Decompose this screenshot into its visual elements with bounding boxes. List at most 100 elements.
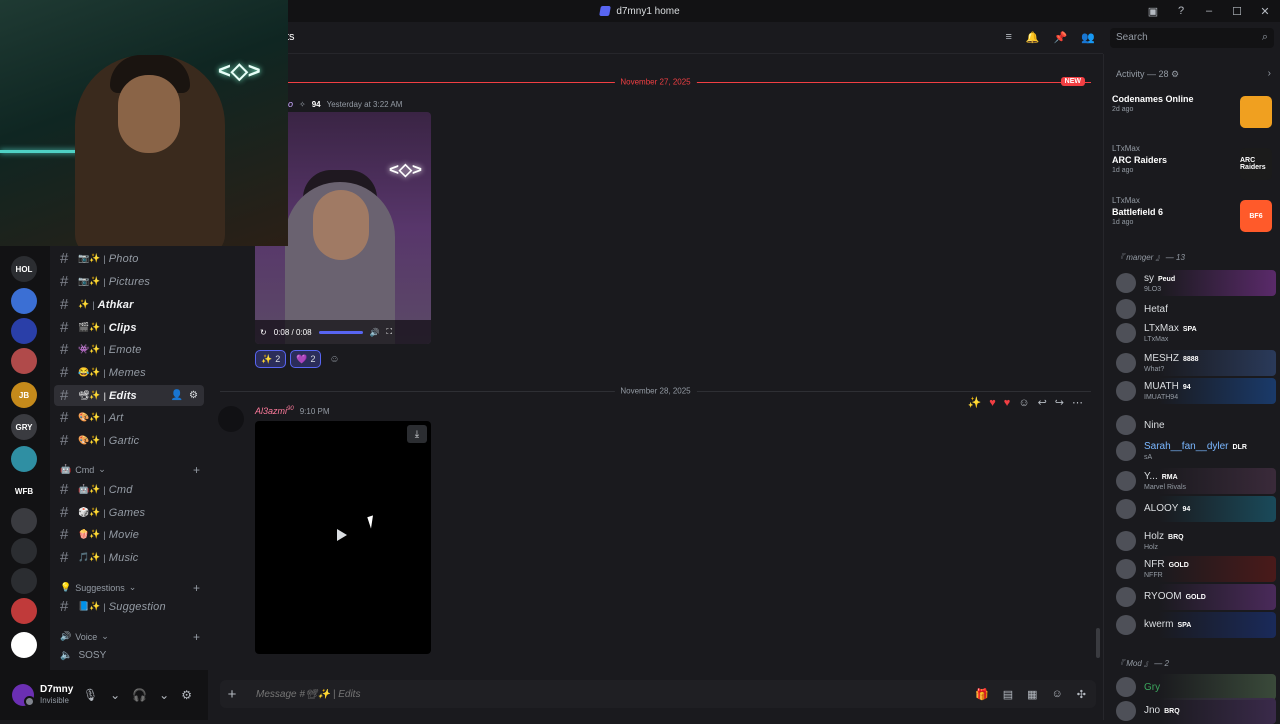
fullscreen-icon[interactable]: ⛶ xyxy=(386,327,392,337)
reaction[interactable]: 💜 2 xyxy=(290,350,322,368)
search-input[interactable]: Search ⌕ xyxy=(1110,28,1274,48)
activity-card[interactable]: LTxMax ARC Raiders 1d ago ARC Raiders xyxy=(1112,144,1274,190)
chevron-right-icon[interactable]: › xyxy=(1268,68,1271,79)
server-icon[interactable] xyxy=(11,446,37,472)
channel-memes[interactable]: # 😂✨ | Memes xyxy=(54,362,204,383)
avatar[interactable] xyxy=(12,684,35,707)
message-author[interactable]: Al3azmi90 xyxy=(255,406,294,416)
add-channel-button[interactable]: + xyxy=(193,630,200,644)
member-row[interactable]: Jno BRQ xyxy=(1108,698,1276,724)
server-icon[interactable] xyxy=(11,538,37,564)
category-voice[interactable]: 🔊 Voice ⌄ + xyxy=(60,630,200,644)
add-channel-button[interactable]: + xyxy=(193,581,200,595)
member-row[interactable]: Y... RMA Marvel Rivals xyxy=(1108,468,1276,494)
gift-icon[interactable]: 🎁 xyxy=(975,688,989,701)
server-icon[interactable] xyxy=(11,598,37,624)
server-icon[interactable]: JB xyxy=(11,382,37,408)
member-row[interactable]: RYOOM GOLD xyxy=(1108,584,1276,610)
bell-icon[interactable]: 🔔 xyxy=(1026,31,1040,44)
download-icon[interactable]: ⤓ xyxy=(407,425,427,443)
category-cmd[interactable]: 🤖 Cmd ⌄ + xyxy=(60,463,200,477)
server-icon[interactable] xyxy=(11,348,37,374)
server-icon[interactable] xyxy=(11,508,37,534)
more-icon[interactable]: ⋯ xyxy=(1072,396,1083,409)
scrollbar[interactable] xyxy=(1096,628,1100,658)
gear-icon[interactable]: ⚙ xyxy=(189,390,198,401)
server-icon[interactable]: GRY xyxy=(11,414,37,440)
channel-emote[interactable]: # 👾✨ | Emote xyxy=(54,339,204,360)
channel-pictures[interactable]: # 📷✨ | Pictures xyxy=(54,271,204,292)
server-icon[interactable] xyxy=(11,632,37,658)
replay-icon[interactable]: ↻ xyxy=(260,328,267,337)
sparkle-react-icon[interactable]: ✨ xyxy=(968,396,982,409)
reaction[interactable]: ✨ 2 xyxy=(255,350,287,368)
avatar[interactable] xyxy=(218,406,244,432)
channel-edits[interactable]: # 📽✨ | Edits 👤 ⚙ xyxy=(54,385,204,406)
channel-athkar[interactable]: # ✨ | Athkar xyxy=(54,294,204,315)
server-icon[interactable]: HOL xyxy=(11,256,37,282)
channel-cmd[interactable]: # 🤖✨ | Cmd xyxy=(54,479,204,500)
message-author[interactable]: o xyxy=(288,99,293,109)
channel-music[interactable]: # 🎵✨ | Music xyxy=(54,547,204,568)
threads-icon[interactable]: ≡ xyxy=(1005,31,1011,44)
member-row[interactable]: Sarah__fan__dyler DLR sA xyxy=(1108,438,1276,464)
sticker-icon[interactable]: ▦ xyxy=(1027,688,1037,701)
inbox-icon[interactable]: ▣ xyxy=(1146,4,1160,18)
member-row[interactable]: NFR GOLD NFFR xyxy=(1108,556,1276,582)
member-row[interactable]: Hetaf xyxy=(1108,296,1276,322)
member-row[interactable]: LTxMax SPA LTxMax xyxy=(1108,320,1276,346)
voice-channel-sosy[interactable]: 🔈 SOSY xyxy=(60,650,106,661)
activity-card[interactable]: Codenames Online 2d ago xyxy=(1112,92,1274,138)
member-row[interactable]: ALOOY 94 xyxy=(1108,496,1276,522)
microphone-icon[interactable]: 🎙 xyxy=(83,688,98,702)
member-row[interactable]: sy Peud 9LO3 xyxy=(1108,270,1276,296)
server-icon[interactable] xyxy=(11,568,37,594)
channel-clips[interactable]: # 🎬✨ | Clips xyxy=(54,317,204,338)
volume-icon[interactable]: 🔊 xyxy=(370,328,380,337)
channel-movie[interactable]: # 🍿✨ | Movie xyxy=(54,524,204,545)
channel-gartic[interactable]: # 🎨✨ | Gartic xyxy=(54,430,204,451)
headphones-icon[interactable]: 🎧 xyxy=(132,688,147,702)
pin-icon[interactable]: 📌 xyxy=(1054,31,1068,44)
member-row[interactable]: Gry xyxy=(1108,674,1276,700)
message-input[interactable] xyxy=(256,688,756,700)
channel-suggestion[interactable]: # 📘✨ | Suggestion xyxy=(54,596,204,617)
emoji-icon[interactable]: ☺ xyxy=(1052,688,1063,701)
member-row[interactable]: kwerm SPA xyxy=(1108,612,1276,638)
member-row[interactable]: MESHZ 8888 What? xyxy=(1108,350,1276,376)
heart-react-icon[interactable]: ♥ xyxy=(1004,397,1011,409)
server-icon[interactable]: WFB xyxy=(11,478,37,504)
maximize-button[interactable]: ☐ xyxy=(1230,4,1244,18)
channel-photo[interactable]: # 📷✨ | Photo xyxy=(54,248,204,269)
video-attachment[interactable]: ⤓ xyxy=(255,421,431,654)
attach-plus-icon[interactable]: + xyxy=(220,686,244,703)
member-list-icon[interactable]: 👥 xyxy=(1081,31,1095,44)
apps-icon[interactable]: ✣ xyxy=(1077,688,1086,701)
member-row[interactable]: Nine xyxy=(1108,412,1276,438)
help-icon[interactable]: ? xyxy=(1174,4,1188,18)
member-row[interactable]: Holz BRQ Holz xyxy=(1108,528,1276,554)
chevron-down-icon[interactable]: ⌄ xyxy=(110,688,120,702)
gif-icon[interactable]: ▤ xyxy=(1003,688,1013,701)
channel-art[interactable]: # 🎨✨ | Art xyxy=(54,407,204,428)
play-icon[interactable] xyxy=(337,529,347,541)
forward-icon[interactable]: ↪ xyxy=(1055,396,1064,409)
chevron-down-icon[interactable]: ⌄ xyxy=(159,688,169,702)
member-row[interactable]: MUATH 94 IMUATH94 xyxy=(1108,378,1276,404)
minimize-button[interactable]: – xyxy=(1202,4,1216,18)
invite-icon[interactable]: 👤 xyxy=(171,390,183,401)
server-icon[interactable] xyxy=(11,288,37,314)
reply-icon[interactable]: ↩ xyxy=(1038,396,1047,409)
activity-header[interactable]: Activity — 28 ⚙ › xyxy=(1116,68,1271,80)
video-progress-bar[interactable] xyxy=(318,330,363,334)
category-suggestions[interactable]: 💡 Suggestions ⌄ + xyxy=(60,581,200,595)
settings-gear-icon[interactable]: ⚙ xyxy=(181,688,192,702)
server-icon[interactable] xyxy=(11,318,37,344)
add-reaction-icon[interactable]: ☺ xyxy=(1018,397,1029,409)
add-reaction-icon[interactable]: ☺ xyxy=(325,350,343,368)
channel-games[interactable]: # 🎲✨ | Games xyxy=(54,502,204,523)
heart-react-icon[interactable]: ♥ xyxy=(989,397,996,409)
activity-card[interactable]: LTxMax Battlefield 6 1d ago BF6 xyxy=(1112,196,1274,242)
add-channel-button[interactable]: + xyxy=(193,463,200,477)
close-button[interactable]: ✕ xyxy=(1258,4,1272,18)
